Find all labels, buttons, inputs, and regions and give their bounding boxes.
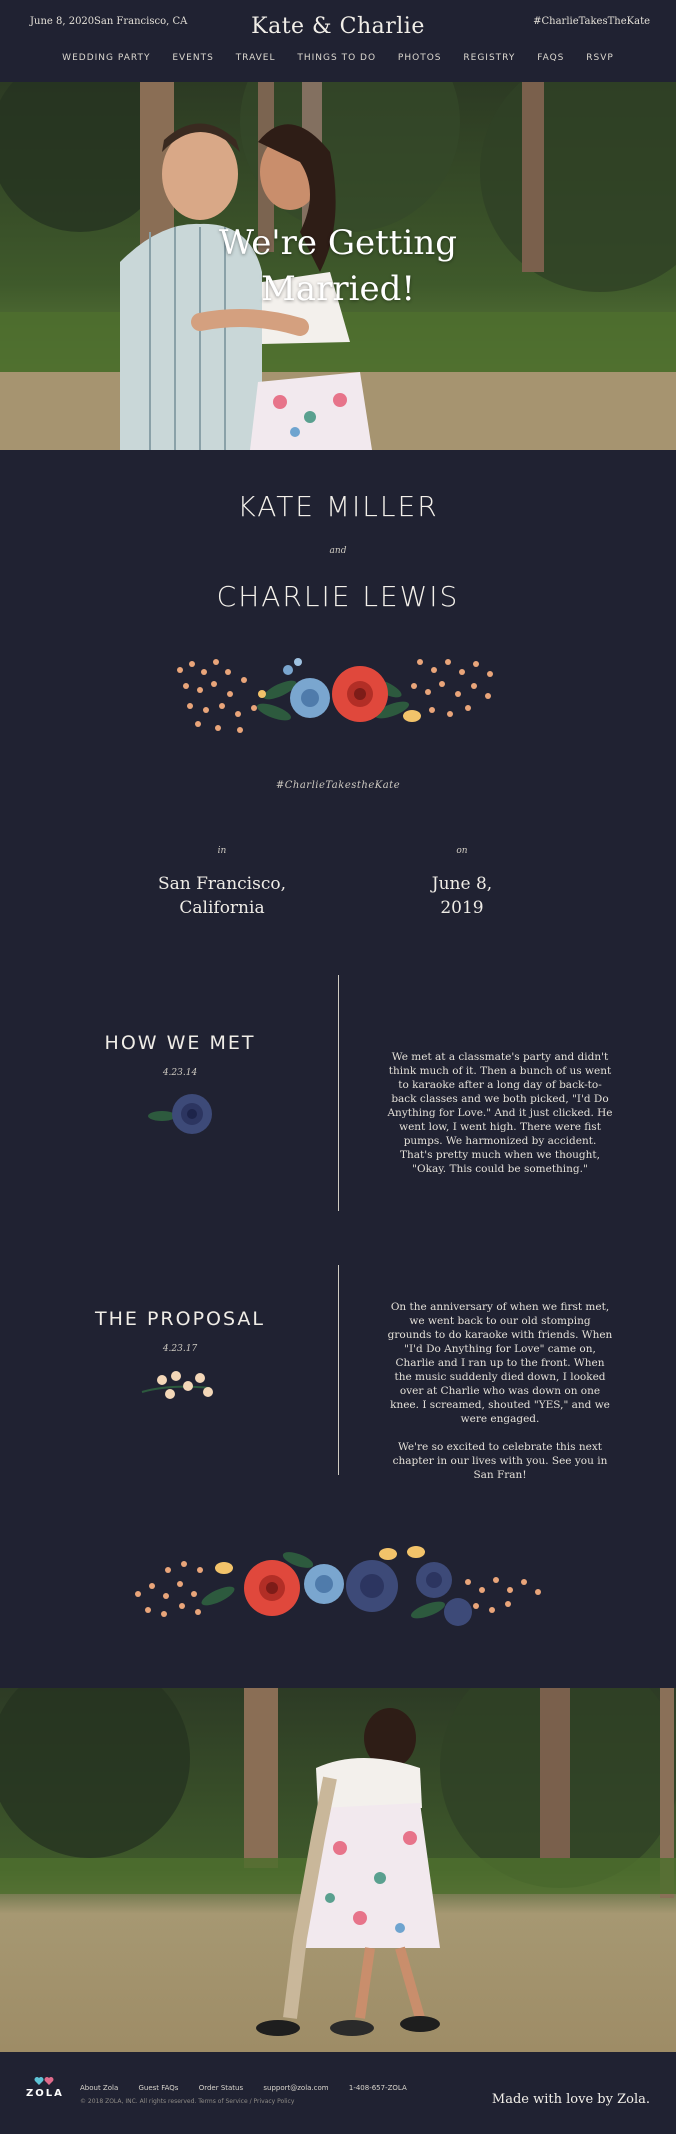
site-footer: ZOLA About Zola Guest FAQs Order Status … xyxy=(0,2052,676,2134)
nav-events[interactable]: EVENTS xyxy=(172,53,213,63)
zola-heart-icon xyxy=(34,2077,54,2085)
wedding-date-line1: June 8, xyxy=(431,874,493,894)
nav-things-to-do[interactable]: THINGS TO DO xyxy=(297,53,376,63)
name-groom: CHARLIE LEWIS xyxy=(216,580,460,613)
hero-headline: We're Getting Married! xyxy=(0,220,676,312)
wedding-location-line2: California xyxy=(179,898,265,918)
site-header: June 8, 2020 San Francisco, CA Kate & Ch… xyxy=(0,0,676,82)
proposal-date: 4.23.17 xyxy=(162,1344,198,1354)
in-label: in xyxy=(217,846,227,856)
name-bride: KATE MILLER xyxy=(237,490,439,523)
footer-link-support-email[interactable]: support@zola.com xyxy=(263,2084,328,2092)
couple-hashtag: #CharlieTakestheKate xyxy=(275,780,401,791)
nav-rsvp[interactable]: RSVP xyxy=(586,53,614,63)
how-we-met-date: 4.23.14 xyxy=(162,1068,198,1078)
nav-registry[interactable]: REGISTRY xyxy=(463,53,515,63)
floral-decoration-bottom xyxy=(135,1546,541,1626)
wedding-date: June 8, 2019 xyxy=(362,872,562,920)
main-nav: WEDDING PARTY EVENTS TRAVEL THINGS TO DO… xyxy=(0,53,676,63)
made-with-love: Made with love by Zola. xyxy=(491,2092,650,2107)
wedding-date-line2: 2019 xyxy=(440,898,484,918)
proposal-text-paragraph1: On the anniversary of when we first met,… xyxy=(387,1301,613,1425)
footer-link-guest-faqs[interactable]: Guest FAQs xyxy=(138,2084,178,2092)
nav-wedding-party[interactable]: WEDDING PARTY xyxy=(62,53,150,63)
hero-photo: We're Getting Married! xyxy=(0,82,676,450)
hero-headline-line2: Married! xyxy=(260,269,415,309)
how-we-met-title: HOW WE MET xyxy=(104,1032,256,1054)
footer-copyright: © 2018 ZOLA, INC. All rights reserved. T… xyxy=(80,2098,295,2105)
divider-line xyxy=(338,975,339,1211)
nav-faqs[interactable]: FAQS xyxy=(537,53,564,63)
on-label: on xyxy=(456,846,468,856)
nav-photos[interactable]: PHOTOS xyxy=(398,53,442,63)
rose-icon xyxy=(148,1094,212,1134)
proposal-title: THE PROPOSAL xyxy=(95,1308,265,1330)
floral-decoration-top xyxy=(177,658,493,733)
couple-photo-dancing xyxy=(0,1688,676,2052)
how-we-met-text: We met at a classmate's party and didn't… xyxy=(387,1051,613,1175)
blossom-icon xyxy=(141,1371,213,1399)
footer-link-about[interactable]: About Zola xyxy=(80,2084,118,2092)
zola-logo[interactable]: ZOLA xyxy=(26,2088,64,2099)
divider-line xyxy=(338,1265,339,1475)
wedding-location-line1: San Francisco, xyxy=(158,874,286,894)
proposal-text-paragraph2: We're so excited to celebrate this next … xyxy=(392,1441,608,1481)
nav-travel[interactable]: TRAVEL xyxy=(236,53,276,63)
and-text: and xyxy=(329,546,347,556)
hero-headline-line1: We're Getting xyxy=(219,223,457,263)
header-hashtag: #CharlieTakesTheKate xyxy=(533,16,650,27)
proposal-text: On the anniversary of when we first met,… xyxy=(386,1300,614,1482)
couple-dancing-illustration xyxy=(0,1688,676,2052)
footer-link-order-status[interactable]: Order Status xyxy=(199,2084,243,2092)
footer-link-phone[interactable]: 1-408-657-ZOLA xyxy=(349,2084,407,2092)
wedding-location: San Francisco, California xyxy=(122,872,322,920)
footer-links: About Zola Guest FAQs Order Status suppo… xyxy=(80,2084,425,2092)
